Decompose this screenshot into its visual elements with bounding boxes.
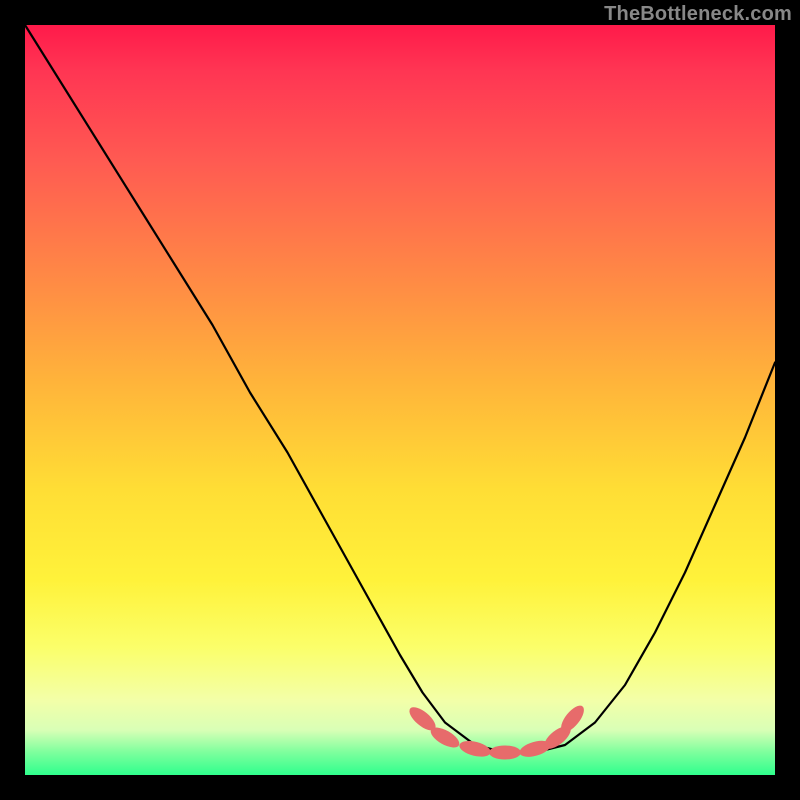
marker-blob <box>489 746 521 760</box>
highlight-markers <box>406 702 588 760</box>
chart-svg <box>25 25 775 775</box>
outer-frame: TheBottleneck.com <box>0 0 800 800</box>
marker-blob <box>458 738 492 759</box>
bottleneck-curve <box>25 25 775 753</box>
plot-area <box>25 25 775 775</box>
watermark-text: TheBottleneck.com <box>604 3 792 26</box>
